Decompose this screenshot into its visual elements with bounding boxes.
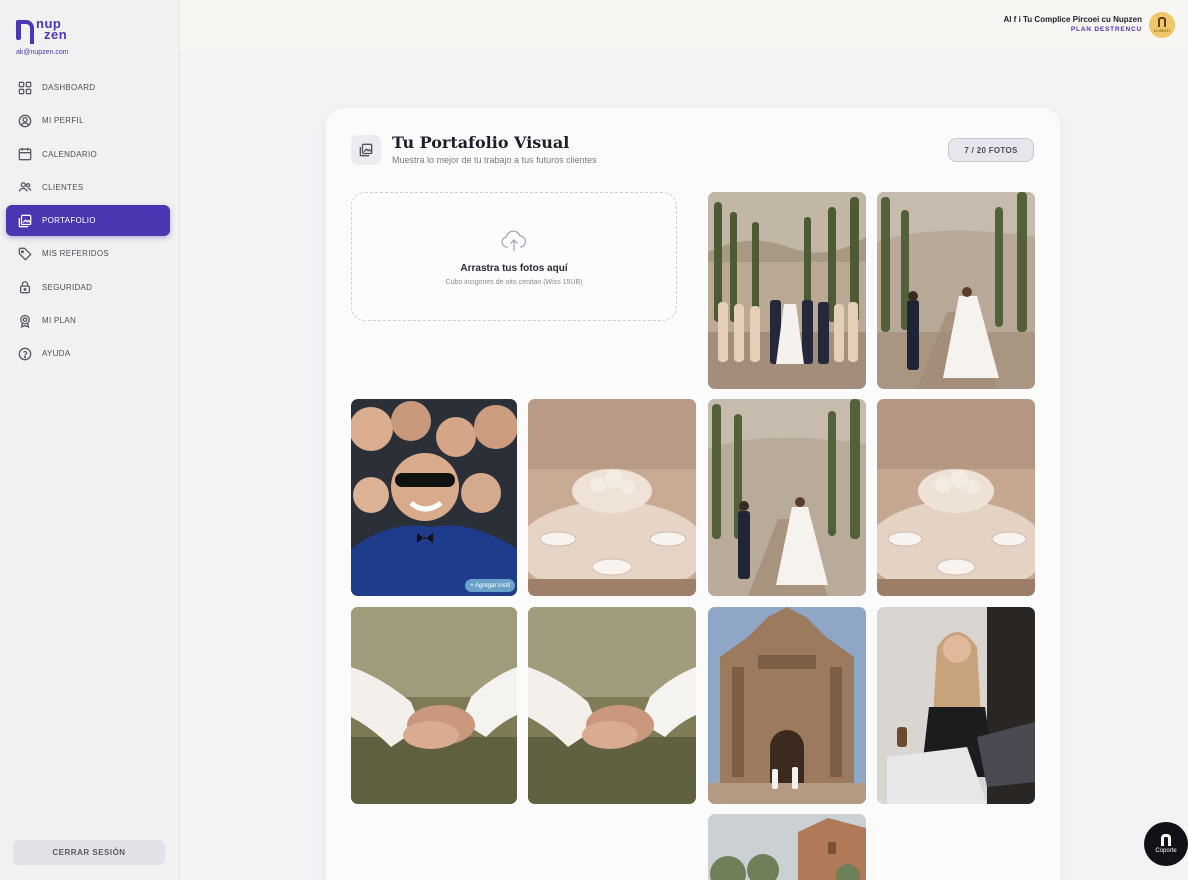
sidebar-item-mis-referidos[interactable]: MIS REFERIDOS — [6, 238, 170, 269]
sidebar-item-label: MIS REFERIDOS — [42, 249, 110, 259]
nupzen-logo[interactable]: nup zen — [16, 17, 67, 44]
calendar-icon — [18, 147, 32, 161]
sidebar-item-calendario[interactable]: CALENDARIO — [6, 139, 170, 170]
sidebar-item-label: MI PLAN — [42, 316, 77, 326]
add-photo-chip[interactable]: + Agregar instil — [465, 579, 515, 592]
portfolio-photo-couple-walk[interactable] — [877, 192, 1035, 389]
user-name: Al f i Tu Complice Pircoei cu Nupzen — [1003, 15, 1142, 24]
photo-planner-desk-image — [877, 607, 1035, 804]
sidebar-item-label: PORTAFOLIO — [42, 216, 96, 226]
portfolio-photo-reception-table[interactable] — [528, 399, 696, 596]
photo-couple-walk-image — [877, 192, 1035, 389]
sidebar-nav: DASHBOARD MI PERFIL CALENDARIO CLIENTES … — [6, 72, 170, 372]
portfolio-photo-hacienda[interactable] — [708, 814, 866, 880]
photo-holding-hands-2-image — [528, 607, 696, 804]
user-info[interactable]: Al f i Tu Complice Pircoei cu Nupzen PLA… — [1003, 15, 1142, 33]
photo-count-badge: 7 / 20 FOTOS — [948, 138, 1034, 162]
user-circle-icon — [18, 114, 32, 128]
gallery-icon — [359, 143, 373, 157]
sidebar-item-mi-plan[interactable]: MI PLAN — [6, 305, 170, 336]
portfolio-photo-planner-desk[interactable] — [877, 607, 1035, 804]
nupzen-logo-mark-icon — [16, 18, 34, 44]
support-button[interactable]: Coporte — [1144, 822, 1188, 866]
photo-couple-walk-2-image — [708, 399, 866, 596]
sidebar-item-seguridad[interactable]: SEGURIDAD — [6, 272, 170, 303]
avatar-text: D-ISINTI — [1154, 28, 1170, 33]
sidebar-item-label: CLIENTES — [42, 182, 84, 192]
portfolio-photo-selfie-group[interactable]: + Agregar instil — [351, 399, 517, 596]
dropzone-title: Arrastra tus fotos aquí — [460, 263, 568, 274]
support-label: Coporte — [1155, 848, 1177, 854]
portfolio-photo-holding-hands-2[interactable] — [528, 607, 696, 804]
sidebar-item-portafolio[interactable]: PORTAFOLIO — [6, 205, 170, 237]
photo-holding-hands-image — [351, 607, 517, 804]
portfolio-header-icon — [351, 135, 381, 165]
sidebar-item-dashboard[interactable]: DASHBOARD — [6, 72, 170, 103]
top-header: Al f i Tu Complice Pircoei cu Nupzen PLA… — [180, 0, 1188, 50]
portfolio-photo-couple-walk-2[interactable] — [708, 399, 866, 596]
user-email: ak@nupzen.com — [16, 49, 69, 56]
sidebar-item-ayuda[interactable]: AYUDA — [6, 338, 170, 369]
photo-reception-table-2-image — [877, 399, 1035, 596]
photo-selfie-group-image — [351, 399, 517, 596]
portfolio-photo-reception-table-2[interactable] — [877, 399, 1035, 596]
grid-icon — [18, 81, 32, 94]
nupzen-support-icon — [1161, 834, 1171, 846]
page-subtitle: Muestra lo mejor de tu trabajo a tus fut… — [392, 155, 597, 165]
badge-icon — [20, 314, 30, 328]
gallery-icon — [18, 214, 32, 228]
user-plan: PLAN DESTRENCU — [1070, 26, 1142, 33]
portfolio-photo-church-facade[interactable] — [708, 607, 866, 804]
lock-icon — [19, 281, 31, 294]
sidebar-item-label: MI PERFIL — [42, 116, 84, 126]
sidebar-item-label: SEGURIDAD — [42, 282, 93, 292]
portfolio-photo-wedding-party[interactable] — [708, 192, 866, 389]
photo-church-facade-image — [708, 607, 866, 804]
sidebar-item-clientes[interactable]: CLIENTES — [6, 172, 170, 203]
sidebar-item-mi-perfil[interactable]: MI PERFIL — [6, 105, 170, 136]
avatar[interactable]: D-ISINTI — [1149, 12, 1175, 38]
photo-reception-table-image — [528, 399, 696, 596]
dropzone-subtitle: Cubo incigones de oito cenitan (Wiss 15U… — [445, 279, 583, 286]
logout-button[interactable]: CERRAR SESIÓN — [13, 840, 165, 865]
upload-dropzone[interactable]: Arrastra tus fotos aquí Cubo incigones d… — [351, 192, 677, 321]
users-icon — [18, 182, 32, 192]
photo-hacienda-image — [708, 814, 866, 880]
sidebar-item-label: CALENDARIO — [42, 149, 98, 159]
avatar-logo-icon — [1158, 17, 1166, 27]
page-title: Tu Portafolio Visual — [392, 133, 570, 152]
photo-wedding-party-image — [708, 192, 866, 389]
sidebar: nup zen ak@nupzen.com DASHBOARD MI PERFI… — [0, 0, 180, 880]
cloud-upload-icon — [501, 230, 527, 251]
help-circle-icon — [18, 347, 32, 361]
sidebar-item-label: DASHBOARD — [42, 83, 96, 92]
sidebar-item-label: AYUDA — [42, 349, 71, 359]
portfolio-photo-holding-hands[interactable] — [351, 607, 517, 804]
tag-icon — [18, 247, 32, 261]
